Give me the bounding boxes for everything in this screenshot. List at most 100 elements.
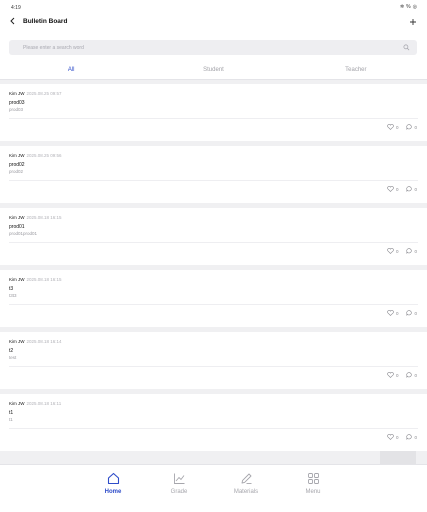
post-author: Kim JW [9, 91, 25, 96]
chart-icon [173, 473, 184, 484]
like-count: 0 [395, 434, 399, 440]
back-button[interactable] [9, 17, 19, 27]
post-date: 2025.08.18 16:14 [26, 339, 62, 344]
nav-home[interactable]: Home [88, 472, 138, 495]
post-body: t3t3 [9, 293, 17, 298]
wifi-icon: ◎ [412, 4, 417, 10]
post-meta: Kim JW 2025.08.18 16:15 [9, 277, 62, 282]
comment-icon[interactable] [406, 248, 413, 254]
post-meta: Kim JW 2025.08.18 16:15 [9, 215, 62, 220]
post-title: prod02 [9, 162, 25, 168]
battery-icon: % [406, 4, 411, 10]
search-area [0, 31, 427, 61]
post-title: t3 [9, 286, 14, 292]
post-card[interactable]: Kim JW 2025.08.25 09:56 prod02 prod02 0 0 [0, 146, 427, 203]
post-card[interactable]: Kim JW 2025.08.18 16:11 t1 t1 0 0 [0, 394, 427, 451]
heart-icon[interactable] [387, 434, 394, 440]
post-divider [9, 366, 418, 367]
post-stats: 0 0 [387, 124, 417, 130]
search-box [9, 40, 417, 55]
scrollbar-thumb[interactable] [380, 451, 416, 465]
heart-icon[interactable] [387, 248, 394, 254]
nav-home-label: Home [104, 489, 122, 495]
post-divider [9, 118, 418, 119]
like-count: 0 [395, 186, 399, 192]
comment-count: 0 [414, 186, 417, 192]
status-bar: 4:19 ✲ % ◎ [0, 0, 427, 14]
tab-all[interactable]: All [0, 61, 143, 80]
heart-icon[interactable] [387, 186, 394, 192]
post-meta: Kim JW 2025.08.25 09:57 [9, 91, 62, 96]
plus-icon [410, 19, 416, 25]
heart-icon[interactable] [387, 124, 394, 130]
post-author: Kim JW [9, 277, 25, 282]
nav-grade[interactable]: Grade [154, 472, 204, 495]
like-count: 0 [395, 124, 399, 130]
post-meta: Kim JW 2025.08.25 09:56 [9, 153, 62, 158]
heart-icon[interactable] [387, 372, 394, 378]
comment-icon[interactable] [406, 310, 413, 316]
comment-icon[interactable] [406, 434, 413, 440]
post-body: test [9, 355, 17, 360]
post-title: t1 [9, 410, 14, 416]
post-divider [9, 180, 418, 181]
comment-count: 0 [414, 124, 417, 130]
search-icon[interactable] [403, 44, 410, 51]
tab-student[interactable]: Student [142, 61, 284, 80]
comment-count: 0 [414, 310, 417, 316]
home-icon [107, 472, 119, 485]
page-title: Bulletin Board [23, 18, 68, 25]
post-card[interactable]: Kim JW 2025.08.18 16:15 t3 t3t3 0 0 [0, 270, 427, 327]
post-author: Kim JW [9, 215, 25, 220]
post-author: Kim JW [9, 401, 25, 406]
post-title: prod03 [9, 100, 25, 106]
post-stats: 0 0 [387, 310, 417, 316]
bluetooth-icon: ✲ [399, 4, 405, 10]
nav-materials[interactable]: Materials [221, 472, 271, 495]
post-body: t1 [9, 417, 13, 422]
grid-icon [307, 473, 319, 484]
post-date: 2025.08.25 09:57 [26, 91, 62, 96]
post-body: prod02 [9, 169, 24, 174]
back-arrow-icon [10, 17, 15, 25]
post-stats: 0 0 [387, 434, 417, 440]
comment-icon[interactable] [406, 372, 413, 378]
tab-teacher[interactable]: Teacher [285, 61, 427, 80]
like-count: 0 [395, 372, 399, 378]
post-meta: Kim JW 2025.08.18 16:14 [9, 339, 62, 344]
status-time: 4:19 [11, 5, 21, 11]
post-author: Kim JW [9, 153, 25, 158]
nav-menu[interactable]: Menu [288, 472, 338, 495]
comment-icon[interactable] [406, 186, 413, 192]
post-divider [9, 304, 418, 305]
filter-tabs: All Student Teacher [0, 61, 427, 80]
post-card[interactable]: Kim JW 2025.08.18 16:14 t2 test 0 0 [0, 332, 427, 389]
post-divider [9, 242, 418, 243]
post-list: Kim JW 2025.08.25 09:57 prod03 prod03 0 0… [0, 84, 427, 456]
post-title: prod01 [9, 224, 25, 230]
add-post-button[interactable] [409, 15, 417, 29]
nav-materials-label: Materials [233, 489, 259, 495]
post-stats: 0 0 [387, 248, 417, 254]
like-count: 0 [395, 310, 399, 316]
tab-divider [0, 79, 427, 80]
post-date: 2025.08.25 09:56 [26, 153, 62, 158]
app-bar: Bulletin Board [0, 14, 427, 31]
nav-menu-label: Menu [305, 489, 321, 495]
bottom-nav: Home Grade Materials Menu [0, 464, 427, 512]
post-stats: 0 0 [387, 186, 417, 192]
like-count: 0 [395, 248, 399, 254]
comment-count: 0 [414, 372, 417, 378]
search-input[interactable] [23, 43, 383, 52]
comment-icon[interactable] [406, 124, 413, 130]
comment-count: 0 [414, 248, 417, 254]
heart-icon[interactable] [387, 310, 394, 316]
pencil-icon [241, 473, 251, 484]
post-author: Kim JW [9, 339, 25, 344]
post-stats: 0 0 [387, 372, 417, 378]
post-card[interactable]: Kim JW 2025.08.25 09:57 prod03 prod03 0 0 [0, 84, 427, 141]
post-date: 2025.08.18 16:15 [26, 215, 62, 220]
post-card[interactable]: Kim JW 2025.08.18 16:15 prod01 prod01prod… [0, 208, 427, 265]
post-meta: Kim JW 2025.08.18 16:11 [9, 401, 61, 406]
post-divider [9, 428, 418, 429]
